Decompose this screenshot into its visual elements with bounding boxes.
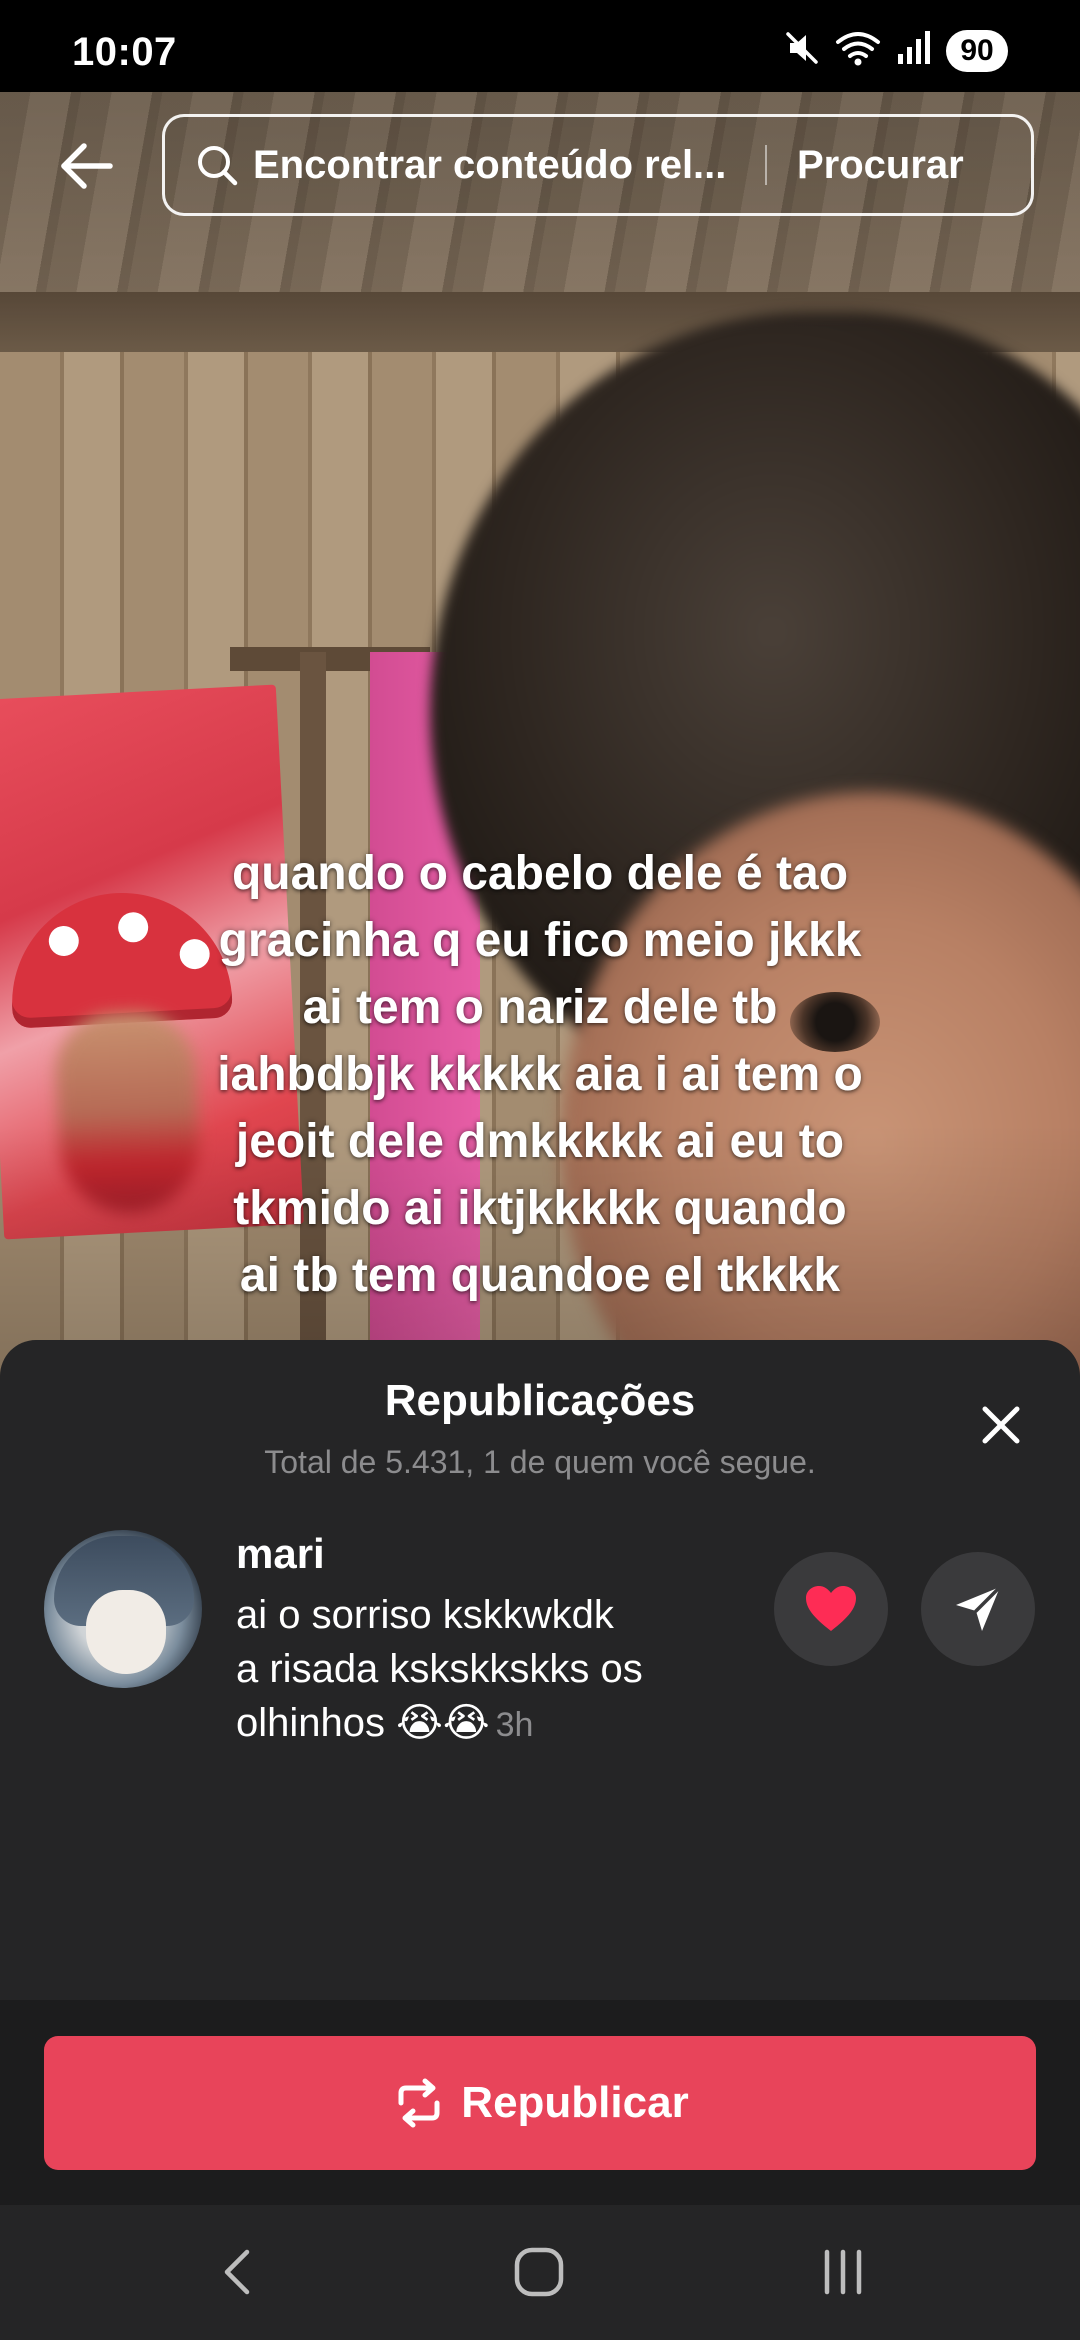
chevron-left-icon <box>224 2249 250 2295</box>
sheet-title: Republicações <box>384 1376 696 1425</box>
like-button[interactable] <box>774 1552 888 1666</box>
back-button[interactable] <box>46 126 126 206</box>
republish-label: Republicar <box>461 2078 689 2127</box>
search-bar[interactable]: Encontrar conteúdo rel... Procurar <box>162 114 1034 216</box>
repost-icon <box>398 2078 440 2128</box>
comment-line: olhinhos 😭😭 <box>236 1701 490 1745</box>
caption-line: quando o cabelo dele é tao <box>231 847 849 900</box>
search-divider <box>765 145 767 185</box>
search-input[interactable]: Encontrar conteúdo rel... <box>253 143 743 188</box>
republish-button[interactable]: Republicar <box>44 2036 1036 2170</box>
nav-back-button[interactable] <box>192 2237 282 2307</box>
search-button[interactable]: Procurar <box>797 143 964 188</box>
sheet-subtitle: Total de 5.431, 1 de quem você segue. <box>264 1444 816 1480</box>
video-caption: quando o cabelo dele é tao gracinha q eu… <box>90 840 990 1309</box>
close-icon <box>982 1406 1020 1444</box>
battery-indicator: 90 <box>946 29 1008 72</box>
avatar[interactable] <box>44 1530 202 1688</box>
republish-area: Republicar <box>0 2000 1080 2205</box>
close-button[interactable] <box>966 1390 1036 1460</box>
arrow-left-icon <box>61 143 113 189</box>
status-icons: 90 <box>782 28 1008 73</box>
search-icon <box>195 143 239 187</box>
caption-line: ai tb tem quandoe el tkkkk <box>239 1249 841 1302</box>
caption-line: ai tem o nariz dele tb <box>302 981 778 1034</box>
signal-icon <box>894 28 934 73</box>
send-button[interactable] <box>921 1552 1035 1666</box>
mute-icon <box>782 28 822 73</box>
caption-line: jeoit dele dmkkkkk ai eu to <box>235 1115 845 1168</box>
status-time: 10:07 <box>72 30 177 74</box>
caption-line: gracinha q eu fico meio jkkk <box>218 914 862 967</box>
comment-time: 3h <box>495 1706 534 1744</box>
caption-line: iahbdbjk kkkkk aia i ai tem o <box>217 1048 863 1101</box>
wifi-icon <box>834 28 882 73</box>
status-bar: 10:07 90 <box>0 0 1080 92</box>
caption-line: tkmido ai iktjkkkkk quando <box>233 1182 847 1235</box>
repost-comment: ai o sorriso kskkwkdk a risada kskskkskk… <box>236 1588 736 1752</box>
comment-line: a risada kskskkskks os <box>236 1647 643 1691</box>
list-item: mari ai o sorriso kskkwkdk a risada ksks… <box>0 1530 1080 1770</box>
heart-icon <box>806 1586 856 1631</box>
user-name[interactable]: mari <box>236 1530 325 1578</box>
reposts-sheet: Republicações Total de 5.431, 1 de quem … <box>0 1340 1080 2000</box>
send-icon <box>956 1585 1002 1631</box>
system-nav-bar <box>0 2205 1080 2340</box>
screen: 10:07 90 quando o cabelo dele é tao grac… <box>0 0 1080 2340</box>
recents-icon <box>824 2249 862 2295</box>
home-icon <box>514 2247 564 2297</box>
comment-line: ai o sorriso kskkwkdk <box>236 1593 614 1637</box>
nav-recents-button[interactable] <box>798 2237 888 2307</box>
nav-home-button[interactable] <box>494 2237 584 2307</box>
